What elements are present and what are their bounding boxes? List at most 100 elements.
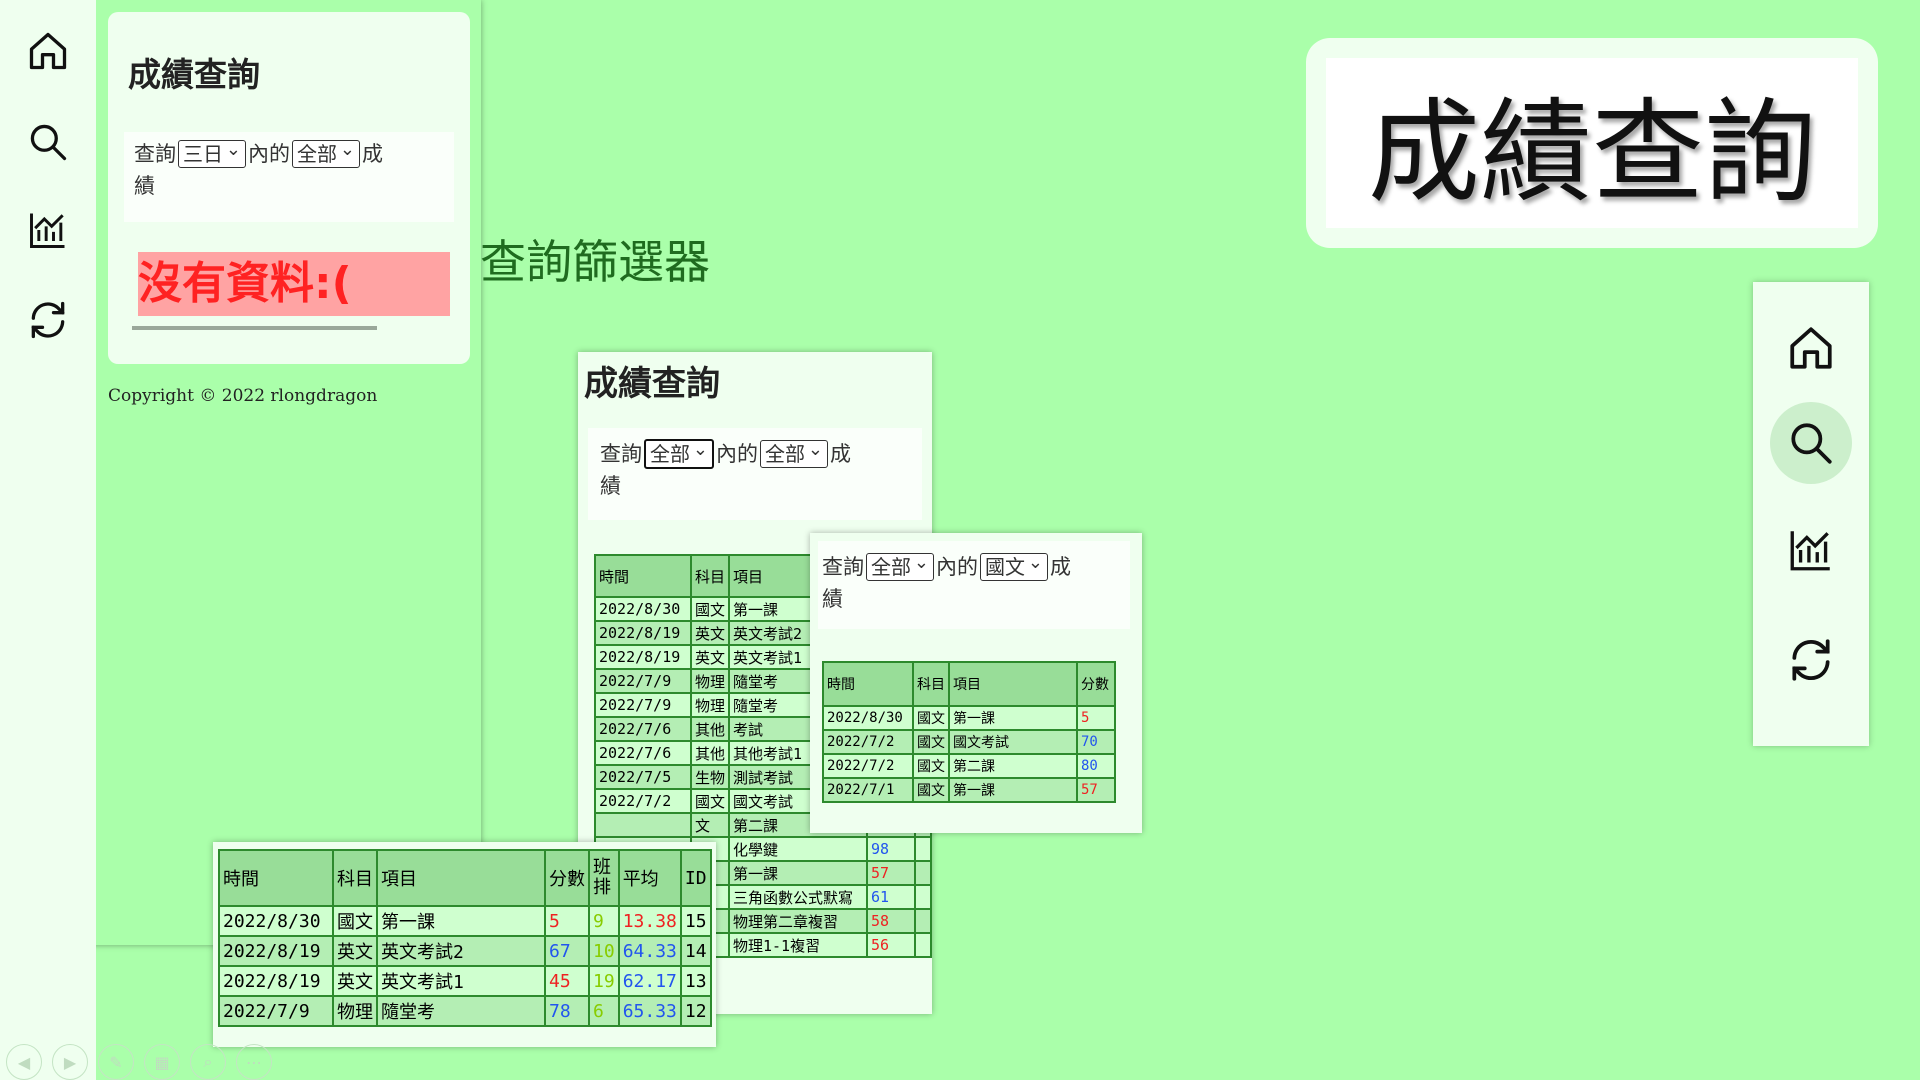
cell-date: 2022/8/19 xyxy=(594,644,692,670)
cell-date: 2022/7/9 xyxy=(594,692,692,718)
cell-item: 三角函數公式默寫 xyxy=(728,884,868,910)
range-select[interactable]: 全部 xyxy=(866,550,934,581)
cell-subject: 其他 xyxy=(689,716,731,742)
cell-item: 第一課 xyxy=(948,705,1078,731)
cell-rank xyxy=(913,908,932,934)
slide-title: 成績查詢 xyxy=(1326,58,1858,228)
cell-rank xyxy=(913,836,932,862)
cell-date: 2022/8/30 xyxy=(594,596,692,622)
range-select[interactable]: 全部 xyxy=(644,437,714,469)
annotation-label: 查詢篩選器 xyxy=(480,235,710,289)
cell-score: 61 xyxy=(865,884,916,910)
cell-score: 57 xyxy=(865,860,916,886)
cell-subject: 國文 xyxy=(912,753,950,779)
zoom-icon[interactable]: ⌕ xyxy=(190,1044,226,1080)
range-select[interactable]: 三日 xyxy=(178,137,246,168)
cell-subject: 英文 xyxy=(689,620,731,646)
cell-subject: 國文 xyxy=(689,788,731,814)
home-icon[interactable] xyxy=(18,21,78,81)
cell-date: 2022/7/9 xyxy=(218,995,334,1027)
cell-rank xyxy=(913,860,932,886)
search-icon[interactable] xyxy=(1781,413,1841,473)
cell-item: 第二課 xyxy=(948,753,1078,779)
subject-select[interactable]: 全部 xyxy=(760,437,828,468)
filter-suffix: 成 xyxy=(1050,555,1071,579)
cell-subject: 國文 xyxy=(912,777,950,803)
slides-grid-icon[interactable]: ▦ xyxy=(144,1044,180,1080)
cell-subject: 國文 xyxy=(912,705,950,731)
cell-average: 62.17 xyxy=(617,965,682,997)
query-filter: 查詢全部內的國文成 績 xyxy=(818,541,1130,629)
copyright: Copyright © 2022 rlongdragon xyxy=(108,386,378,406)
cell-score: 98 xyxy=(865,836,916,862)
cell-item: 英文考試1 xyxy=(376,965,546,997)
cell-score: 58 xyxy=(865,908,916,934)
content-card: 成績查詢 查詢三日內的全部成 績 沒有資料:( xyxy=(108,12,470,364)
cell-date: 2022/7/2 xyxy=(594,788,692,814)
cell-subject: 英文 xyxy=(332,965,378,997)
column-header: ID xyxy=(679,849,712,907)
subject-select[interactable]: 國文 xyxy=(980,550,1048,581)
table-row: 2022/7/2 國文 國文考試 70 xyxy=(822,729,1116,755)
column-header: 分數 xyxy=(1076,661,1116,707)
subject-select[interactable]: 全部 xyxy=(292,137,360,168)
previous-slide-icon[interactable]: ◀ xyxy=(6,1044,42,1080)
cell-item: 第一課 xyxy=(728,860,868,886)
cell-score: 5 xyxy=(544,905,590,937)
page-title: 成績查詢 xyxy=(584,364,720,404)
cell-score: 67 xyxy=(544,935,590,967)
cell-item: 化學鍵 xyxy=(728,836,868,862)
cell-date: 2022/8/19 xyxy=(218,935,334,967)
filter-suffix-2: 績 xyxy=(600,474,621,498)
chart-icon[interactable] xyxy=(1781,520,1841,580)
cell-subject: 英文 xyxy=(689,644,731,670)
query-filter: 查詢全部內的全部成 績 xyxy=(588,428,922,520)
cell-subject: 生物 xyxy=(689,764,731,790)
table-row: 2022/7/9 物理 隨堂考 78 6 65.33 12 xyxy=(218,995,712,1027)
home-icon[interactable] xyxy=(1781,318,1841,378)
cell-score: 57 xyxy=(1076,777,1116,803)
cell-id: 15 xyxy=(679,905,712,937)
cell-average: 13.38 xyxy=(617,905,682,937)
cell-score: 5 xyxy=(1076,705,1116,731)
pen-icon[interactable]: ✎ xyxy=(98,1044,134,1080)
filter-prefix: 查詢 xyxy=(822,555,864,579)
next-slide-icon[interactable]: ▶ xyxy=(52,1044,88,1080)
column-header: 項目 xyxy=(948,661,1078,707)
refresh-icon[interactable] xyxy=(18,290,78,350)
column-header: 項目 xyxy=(376,849,546,907)
cell-subject: 國文 xyxy=(689,596,731,622)
cell-item: 國文考試 xyxy=(948,729,1078,755)
table-row: 2022/8/30 國文 第一課 5 9 13.38 15 xyxy=(218,905,712,937)
column-header: 時間 xyxy=(594,554,692,598)
refresh-icon[interactable] xyxy=(1781,630,1841,690)
column-header: 時間 xyxy=(822,661,914,707)
cell-date: 2022/7/2 xyxy=(822,729,914,755)
cell-subject: 其他 xyxy=(689,740,731,766)
cell-date: 2022/7/9 xyxy=(594,668,692,694)
filter-suffix: 成 xyxy=(830,442,851,466)
table-row: 2022/8/19 英文 英文考試2 67 10 64.33 14 xyxy=(218,935,712,967)
cell-item: 物理第二章複習 xyxy=(728,908,868,934)
chart-icon[interactable] xyxy=(18,200,78,260)
grades-table: 時間 科目 項目 分數 2022/8/30 國文 第一課 5 2022/7/2 國文 國文… xyxy=(822,661,1116,803)
table-row: 2022/8/19 英文 英文考試1 45 19 62.17 13 xyxy=(218,965,712,997)
sidebar-enlarged xyxy=(1753,282,1869,746)
scrollbar[interactable] xyxy=(132,326,377,330)
filter-suffix-2: 績 xyxy=(822,587,843,611)
cell-subject: 國文 xyxy=(912,729,950,755)
cell-date: 2022/7/5 xyxy=(594,764,692,790)
no-data-message: 沒有資料:( xyxy=(138,252,450,316)
table-row: 2022/7/2 國文 第二課 80 xyxy=(822,753,1116,779)
filter-suffix: 成 xyxy=(362,142,383,166)
more-options-icon[interactable]: ⋯ xyxy=(236,1044,272,1080)
cell-rank xyxy=(913,884,932,910)
cell-subject: 英文 xyxy=(332,935,378,967)
column-header: 科目 xyxy=(912,661,950,707)
search-icon[interactable] xyxy=(18,112,78,172)
slide-title-card: 成績查詢 xyxy=(1306,38,1878,248)
cell-date: 2022/8/30 xyxy=(822,705,914,731)
filter-middle: 內的 xyxy=(716,442,758,466)
cell-rank: 6 xyxy=(588,995,620,1027)
cell-date: 2022/8/19 xyxy=(218,965,334,997)
